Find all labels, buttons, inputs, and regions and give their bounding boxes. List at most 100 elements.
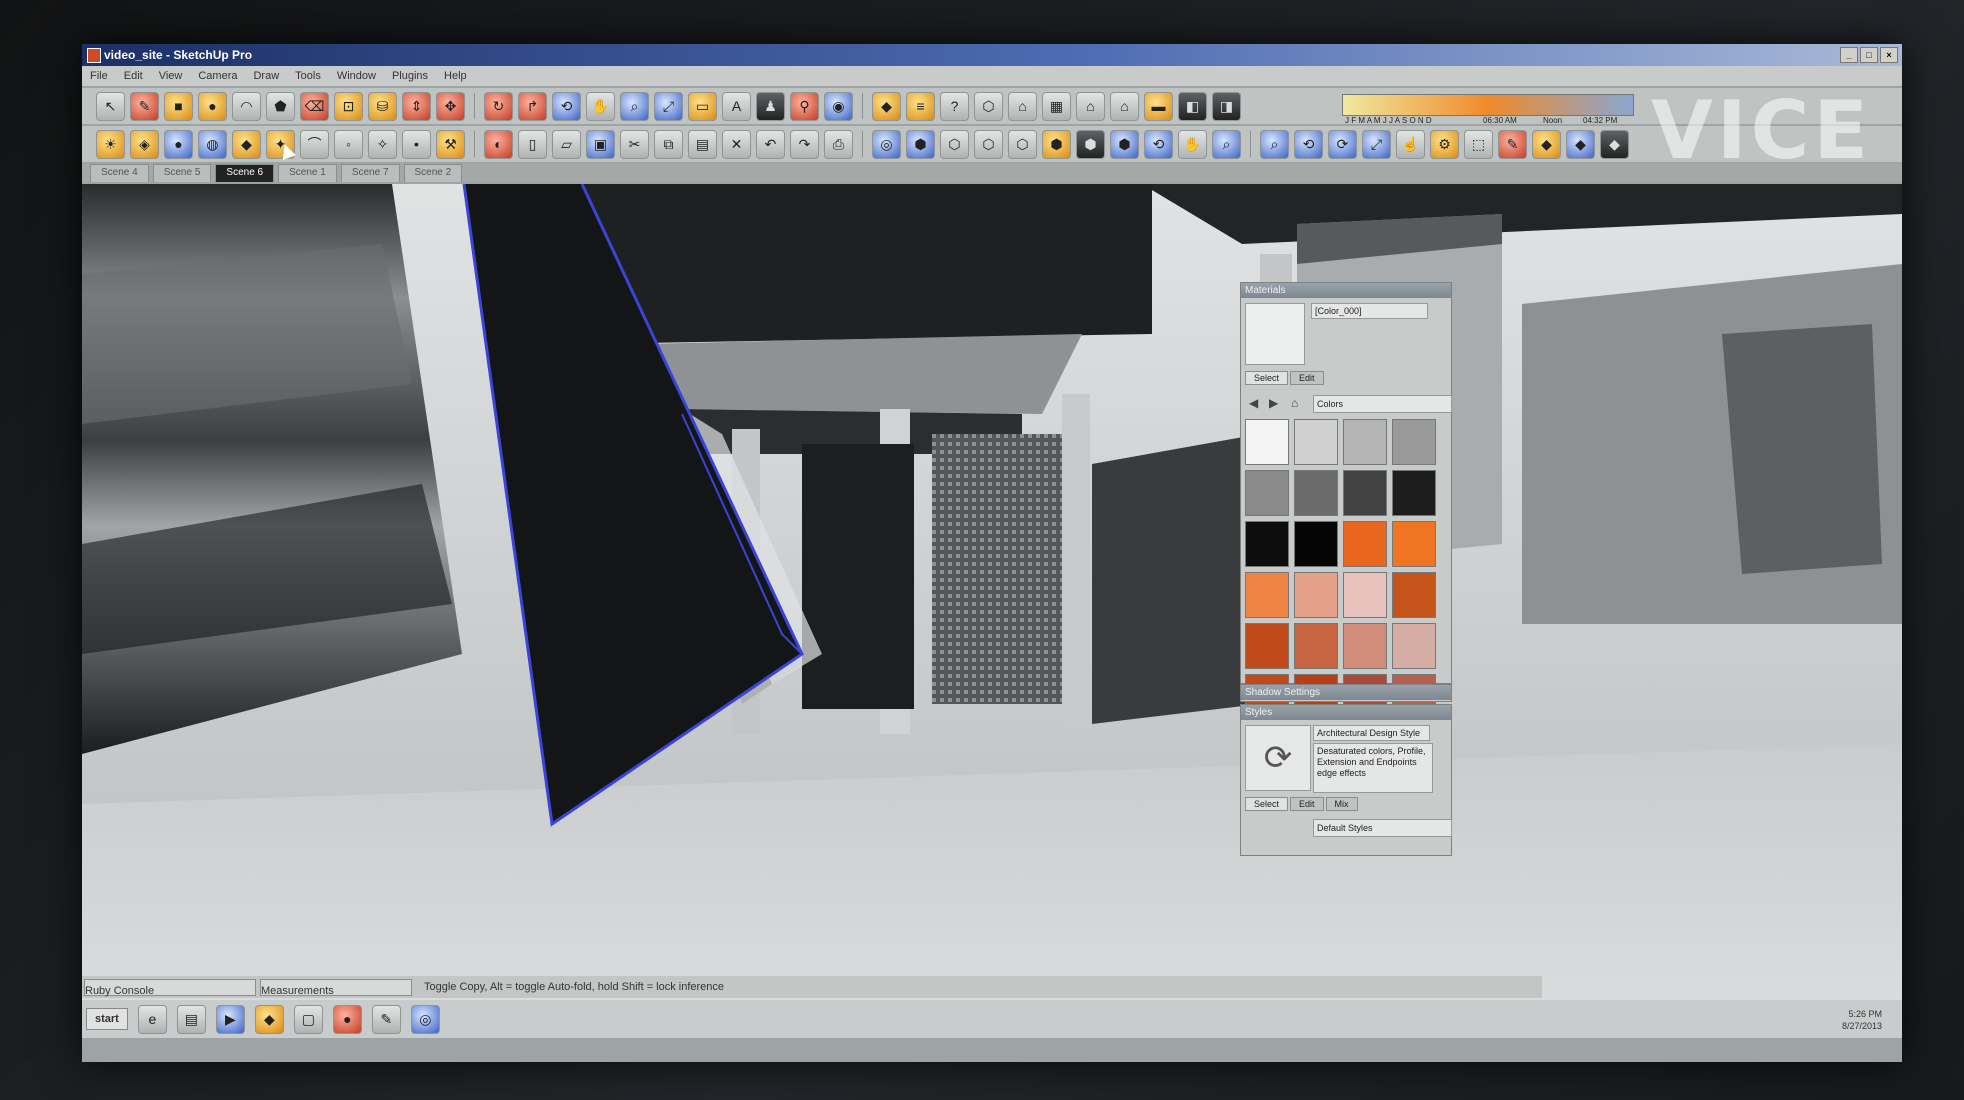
model-viewport[interactable] bbox=[82, 184, 1902, 1016]
plugin-c-icon[interactable]: ◆ bbox=[1600, 129, 1629, 159]
fog-icon[interactable]: ◨ bbox=[1212, 91, 1241, 121]
zoom-window-icon[interactable]: ⌕ bbox=[1260, 129, 1289, 159]
back-view-icon[interactable]: ⌂ bbox=[1110, 91, 1139, 121]
tab-scene-1[interactable]: Scene 1 bbox=[278, 164, 337, 182]
print-icon[interactable]: ⎙ bbox=[824, 129, 853, 159]
arc-icon[interactable]: ◠ bbox=[232, 91, 261, 121]
render-icon[interactable]: ✧ bbox=[368, 129, 397, 159]
polygon-icon[interactable]: ⬟ bbox=[266, 91, 295, 121]
shaded-icon[interactable]: ⬢ bbox=[1042, 129, 1071, 159]
color-swatch[interactable] bbox=[1245, 419, 1289, 465]
minimize-button[interactable]: _ bbox=[1840, 47, 1858, 63]
menu-plugins[interactable]: Plugins bbox=[392, 70, 428, 82]
measurements-box[interactable]: Measurements bbox=[260, 979, 412, 997]
orbit-icon[interactable]: ⟲ bbox=[552, 91, 581, 121]
color-swatch[interactable] bbox=[1294, 521, 1338, 567]
color-swatch[interactable] bbox=[1294, 572, 1338, 618]
select-arrow-icon[interactable]: ↖ bbox=[96, 91, 125, 121]
close-button[interactable]: × bbox=[1880, 47, 1898, 63]
material-name-field[interactable]: [Color_000] bbox=[1311, 303, 1428, 319]
text-icon[interactable]: A bbox=[722, 91, 751, 121]
styles-library-select[interactable]: Default Styles bbox=[1313, 819, 1452, 837]
hidden-line-icon[interactable]: ⬡ bbox=[1008, 129, 1037, 159]
orbit-2-icon[interactable]: ⟲ bbox=[1144, 129, 1173, 159]
color-swatch[interactable] bbox=[1245, 470, 1289, 516]
wireframe-icon[interactable]: ⬡ bbox=[974, 129, 1003, 159]
taskbar-ie-icon[interactable]: e bbox=[137, 1004, 167, 1034]
paint-bucket-icon[interactable]: ⛁ bbox=[368, 91, 397, 121]
shadow-time-slider[interactable]: J F M A M J J A S O N D 06:30 AM Noon 04… bbox=[1342, 94, 1634, 125]
left-view-icon[interactable]: ▬ bbox=[1144, 91, 1173, 121]
menu-file[interactable]: File bbox=[90, 70, 108, 82]
menu-window[interactable]: Window bbox=[337, 70, 376, 82]
color-swatch[interactable] bbox=[1392, 623, 1436, 669]
back-arrow-icon[interactable]: ◀ bbox=[1249, 396, 1258, 410]
color-wheel-icon[interactable]: ◐ bbox=[484, 129, 513, 159]
right-view-icon[interactable]: ⌂ bbox=[1076, 91, 1105, 121]
taskbar-media-icon[interactable]: ▶ bbox=[215, 1004, 245, 1034]
color-swatch[interactable] bbox=[1245, 572, 1289, 618]
style-refresh-icon[interactable]: ⟳ bbox=[1245, 725, 1311, 791]
taskbar-app-4-icon[interactable]: ◎ bbox=[410, 1004, 440, 1034]
taskbar-app-2-icon[interactable]: ● bbox=[332, 1004, 362, 1034]
hammer-icon[interactable]: ⚒ bbox=[436, 129, 465, 159]
menu-draw[interactable]: Draw bbox=[253, 70, 279, 82]
sphere-icon[interactable]: ● bbox=[164, 129, 193, 159]
tab-scene-4[interactable]: Scene 4 bbox=[90, 164, 149, 182]
dynamic-component-icon[interactable]: ⚙ bbox=[1430, 129, 1459, 159]
next-view-icon[interactable]: ⟳ bbox=[1328, 129, 1357, 159]
start-button[interactable]: start bbox=[86, 1008, 128, 1030]
lamp-icon[interactable]: ⌒ bbox=[300, 129, 329, 159]
layers-icon[interactable]: ≡ bbox=[906, 91, 935, 121]
forward-arrow-icon[interactable]: ▶ bbox=[1269, 396, 1278, 410]
color-swatch[interactable] bbox=[1294, 470, 1338, 516]
tab-materials-edit[interactable]: Edit bbox=[1290, 371, 1324, 385]
pan-icon[interactable]: ✋ bbox=[586, 91, 615, 121]
walk-icon[interactable]: ♟ bbox=[756, 91, 785, 121]
tab-styles-select[interactable]: Select bbox=[1245, 797, 1289, 811]
color-swatch[interactable] bbox=[1392, 572, 1436, 618]
redo-icon[interactable]: ↷ bbox=[790, 129, 819, 159]
paint-icon[interactable]: ✎ bbox=[1498, 129, 1527, 159]
color-swatch[interactable] bbox=[1294, 419, 1338, 465]
tab-styles-mix[interactable]: Mix bbox=[1325, 797, 1358, 811]
shadow-settings-panel[interactable]: Shadow Settings bbox=[1240, 684, 1452, 702]
tape-measure-icon[interactable]: ⊡ bbox=[334, 91, 363, 121]
materials-library-select[interactable]: Colors bbox=[1313, 395, 1452, 413]
copy-icon[interactable]: ⧉ bbox=[654, 129, 683, 159]
color-swatch[interactable] bbox=[1343, 521, 1387, 567]
color-swatch[interactable] bbox=[1392, 419, 1436, 465]
color-swatch[interactable] bbox=[1392, 470, 1436, 516]
delete-icon[interactable]: ✕ bbox=[722, 129, 751, 159]
model-info-icon[interactable]: ◎ bbox=[872, 129, 901, 159]
color-swatch[interactable] bbox=[1343, 470, 1387, 516]
color-swatch[interactable] bbox=[1343, 623, 1387, 669]
plugin-a-icon[interactable]: ◆ bbox=[1532, 129, 1561, 159]
globe-icon[interactable]: ◍ bbox=[198, 129, 227, 159]
color-swatch[interactable] bbox=[1294, 623, 1338, 669]
rotate-icon[interactable]: ↻ bbox=[484, 91, 513, 121]
move-icon[interactable]: ✥ bbox=[436, 91, 465, 121]
open-file-icon[interactable]: ▱ bbox=[552, 129, 581, 159]
taskbar-folder-icon[interactable]: ▤ bbox=[176, 1004, 206, 1034]
taskbar-app-3-icon[interactable]: ✎ bbox=[371, 1004, 401, 1034]
style-name-field[interactable]: Architectural Design Style bbox=[1313, 725, 1430, 741]
tab-scene-5[interactable]: Scene 5 bbox=[152, 164, 212, 182]
interact-icon[interactable]: ☝ bbox=[1396, 129, 1425, 159]
taskbar-app-1-icon[interactable]: ▢ bbox=[293, 1004, 323, 1034]
ruby-console-box[interactable]: Ruby Console bbox=[84, 979, 256, 997]
previous-view-icon[interactable]: ⟲ bbox=[1294, 129, 1323, 159]
maximize-button[interactable]: □ bbox=[1860, 47, 1878, 63]
component-icon[interactable]: ◈ bbox=[130, 129, 159, 159]
sun-icon[interactable]: ☀ bbox=[96, 129, 125, 159]
sandbox-icon[interactable]: ◆ bbox=[872, 91, 901, 121]
monochrome-icon[interactable]: ⬢ bbox=[1110, 129, 1139, 159]
zoom-extents-icon[interactable]: ⤢ bbox=[654, 91, 683, 121]
color-swatch[interactable] bbox=[1343, 419, 1387, 465]
cut-icon[interactable]: ✂ bbox=[620, 129, 649, 159]
color-swatch[interactable] bbox=[1245, 521, 1289, 567]
tab-scene-6[interactable]: Scene 6 bbox=[215, 164, 275, 182]
back-edges-icon[interactable]: ⬡ bbox=[940, 129, 969, 159]
iso-view-icon[interactable]: ⬡ bbox=[974, 91, 1003, 121]
spotlight-icon[interactable]: ◦ bbox=[334, 129, 363, 159]
